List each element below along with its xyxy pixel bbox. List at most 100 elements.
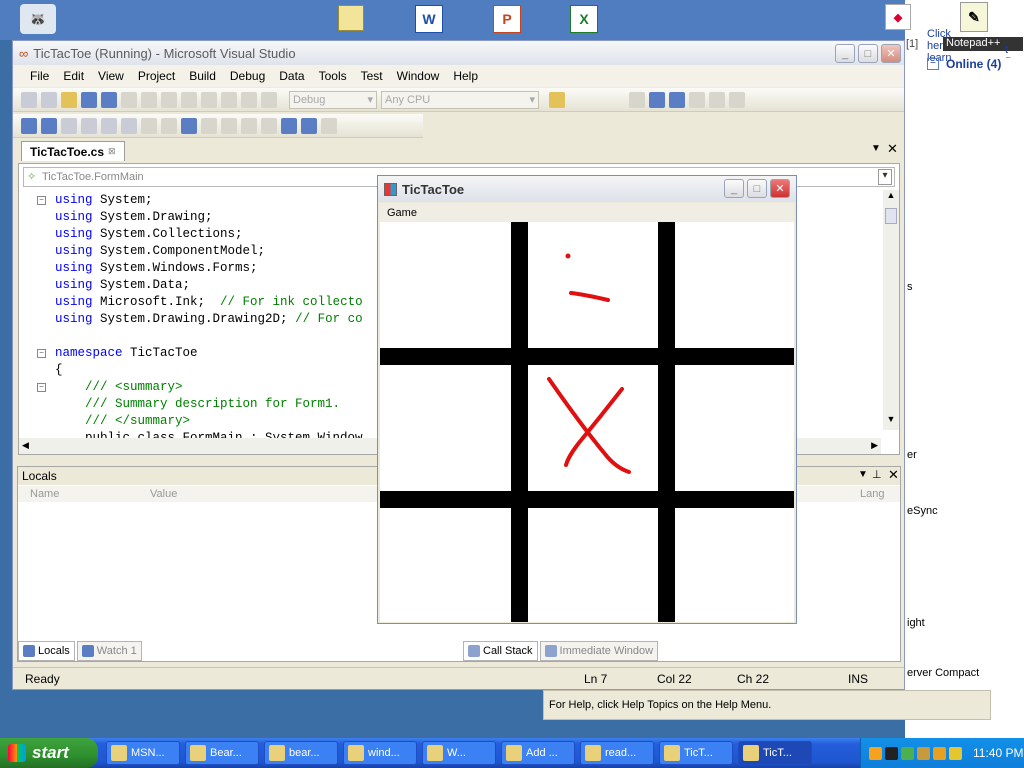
menu-data[interactable]: Data — [272, 69, 311, 83]
save-icon[interactable] — [81, 91, 97, 108]
maximize-button[interactable]: □ — [858, 44, 878, 63]
tray-icon[interactable] — [901, 746, 914, 760]
open-file-icon[interactable] — [61, 91, 77, 108]
app-shortcut-icon[interactable] — [338, 5, 364, 31]
game-maximize-button[interactable]: □ — [747, 179, 767, 198]
break-all-icon[interactable] — [649, 91, 665, 108]
link-text-2[interactable]: t Pro — [1005, 44, 1024, 58]
bookmark-icon[interactable] — [181, 117, 197, 134]
outdent-icon[interactable] — [121, 117, 137, 134]
tab-watch-1[interactable]: Watch 1 — [76, 641, 142, 661]
scroll-thumb[interactable] — [885, 208, 897, 224]
scroll-left-icon[interactable]: ◀ — [22, 440, 29, 451]
navigate-forward-icon[interactable] — [241, 91, 257, 108]
menu-test[interactable]: Test — [354, 69, 390, 83]
menu-build[interactable]: Build — [182, 69, 223, 83]
start-button[interactable]: start — [0, 738, 98, 768]
config-dropdown[interactable]: Debug ▾ — [289, 90, 377, 109]
bookmark-next-icon[interactable] — [221, 117, 237, 134]
menu-window[interactable]: Window — [390, 69, 447, 83]
taskbar-button[interactable]: Add ... — [501, 741, 575, 765]
tab-call-stack[interactable]: Call Stack — [463, 641, 538, 661]
pin-icon[interactable]: ⊥ — [872, 468, 882, 481]
tray-icon[interactable] — [917, 746, 930, 760]
word-icon[interactable]: W — [415, 5, 443, 33]
toolbar-icon[interactable] — [41, 117, 57, 134]
tray-icon[interactable] — [885, 746, 898, 760]
step-into-icon[interactable] — [729, 91, 745, 108]
tab-immediate-window[interactable]: Immediate Window — [539, 641, 659, 661]
menu-edit[interactable]: Edit — [56, 69, 91, 83]
scroll-right-icon[interactable]: ▶ — [871, 440, 878, 451]
menu-help[interactable]: Help — [446, 69, 485, 83]
menu-debug[interactable]: Debug — [223, 69, 272, 83]
col-name[interactable]: Name — [30, 488, 59, 500]
menu-view[interactable]: View — [91, 69, 131, 83]
add-item-icon[interactable] — [41, 91, 57, 108]
fold-icon[interactable]: − — [37, 349, 46, 358]
close-button[interactable]: ✕ — [881, 44, 901, 63]
navigate-back-icon[interactable] — [221, 91, 237, 108]
tray-icon[interactable] — [869, 746, 882, 760]
game-close-button[interactable]: ✕ — [770, 179, 790, 198]
col-lang[interactable]: Lang — [860, 488, 884, 500]
fold-icon[interactable]: − — [37, 196, 46, 205]
game-minimize-button[interactable]: _ — [724, 179, 744, 198]
show-next-statement-icon[interactable] — [709, 91, 725, 108]
toolbar-icon[interactable] — [281, 117, 297, 134]
scroll-up-icon[interactable]: ▲ — [883, 190, 899, 206]
menu-tools[interactable]: Tools — [312, 69, 354, 83]
bookmark-prev-icon[interactable] — [201, 117, 217, 134]
stop-debug-icon[interactable] — [669, 91, 685, 108]
save-all-icon[interactable] — [101, 91, 117, 108]
toolbar-icon[interactable] — [321, 117, 337, 134]
taskbar-button[interactable]: Bear... — [185, 741, 259, 765]
menu-game[interactable]: Game — [387, 207, 417, 219]
scroll-down-icon[interactable]: ▼ — [883, 414, 899, 430]
search-icon[interactable] — [949, 746, 962, 760]
excel-icon[interactable]: X — [570, 5, 598, 33]
paste-icon[interactable] — [161, 91, 177, 108]
undo-icon[interactable] — [181, 91, 197, 108]
online-group[interactable]: Online (4) — [946, 57, 1024, 71]
new-project-icon[interactable] — [21, 91, 37, 108]
toolbar-icon[interactable] — [301, 117, 317, 134]
indent-icon[interactable] — [101, 117, 117, 134]
cut-icon[interactable] — [121, 91, 137, 108]
fold-icon[interactable]: − — [37, 383, 46, 392]
taskbar-button[interactable]: bear... — [264, 741, 338, 765]
taskbar-button[interactable]: TicT... — [738, 741, 812, 765]
col-value[interactable]: Value — [150, 488, 177, 500]
tab-close-icon[interactable]: ⊠ — [108, 146, 116, 157]
vs-title-bar[interactable]: ∞ TicTacToe (Running) - Microsoft Visual… — [13, 41, 904, 65]
taskbar-button[interactable]: wind... — [343, 741, 417, 765]
toolbar-icon[interactable] — [81, 117, 97, 134]
taskbar-button[interactable]: MSN... — [106, 741, 180, 765]
chevron-down-icon[interactable]: ▼ — [871, 143, 881, 154]
uncomment-icon[interactable] — [161, 117, 177, 134]
chevron-down-icon[interactable]: ▾ — [878, 169, 892, 185]
raccoon-icon[interactable]: 🦝 — [20, 4, 56, 34]
comment-icon[interactable] — [141, 117, 157, 134]
collapse-icon[interactable]: − — [927, 58, 939, 70]
toolbar-icon[interactable] — [261, 117, 277, 134]
taskbar-button[interactable]: read... — [580, 741, 654, 765]
restart-icon[interactable] — [689, 91, 705, 108]
find-in-files-icon[interactable] — [549, 91, 565, 108]
game-board[interactable] — [380, 222, 794, 622]
taskbar-button[interactable]: TicT... — [659, 741, 733, 765]
tab-tictactoe-cs[interactable]: TicTacToe.cs ⊠ — [21, 141, 125, 161]
redo-icon[interactable] — [201, 91, 217, 108]
platform-dropdown[interactable]: Any CPU ▾ — [381, 90, 539, 109]
bookmark-clear-icon[interactable] — [241, 117, 257, 134]
chevron-down-icon[interactable]: ▼ — [858, 469, 868, 480]
start-debug-icon[interactable] — [261, 91, 277, 108]
close-icon[interactable]: ✕ — [887, 141, 898, 157]
minimize-button[interactable]: _ — [835, 44, 855, 63]
taskbar-button[interactable]: W... — [422, 741, 496, 765]
menu-file[interactable]: File — [23, 69, 56, 83]
toolbar-icon[interactable] — [21, 117, 37, 134]
menu-project[interactable]: Project — [131, 69, 182, 83]
tab-locals[interactable]: Locals — [18, 641, 75, 661]
copy-icon[interactable] — [141, 91, 157, 108]
